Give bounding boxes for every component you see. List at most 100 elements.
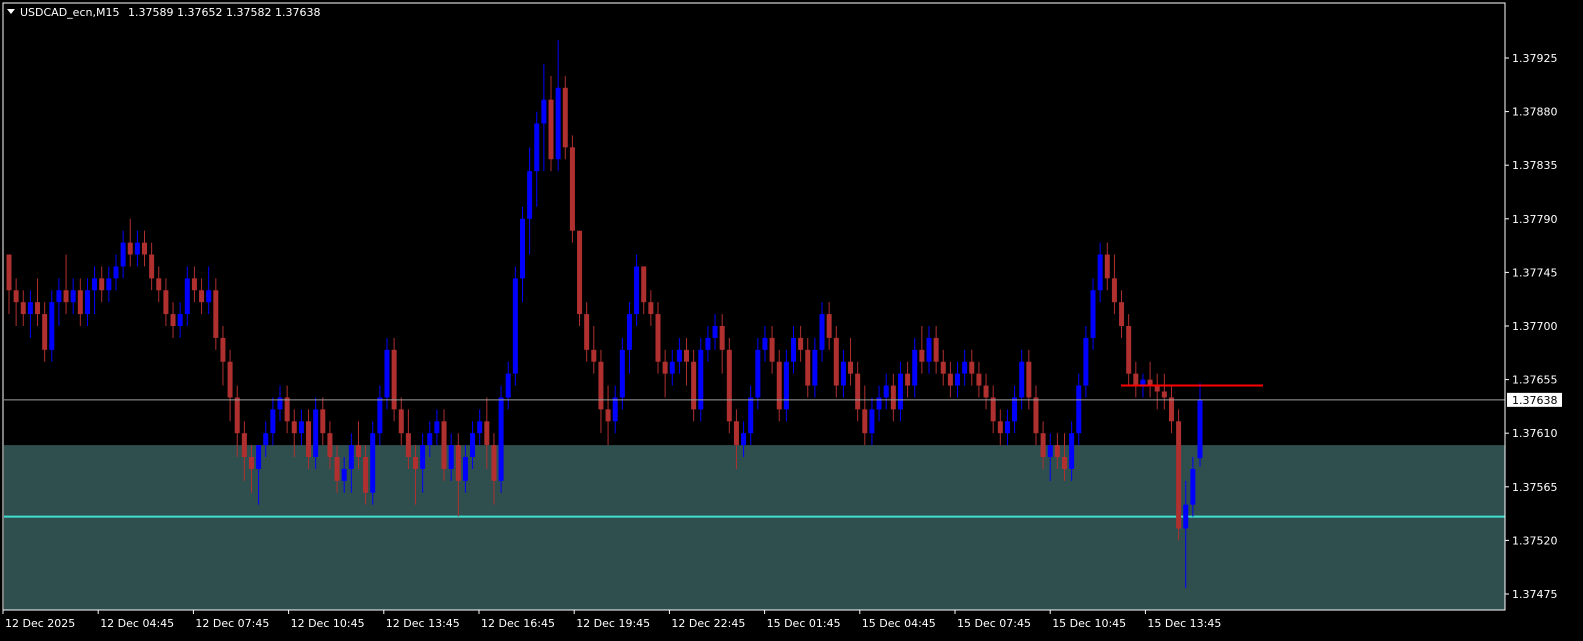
x-tick-label: 15 Dec 04:45 bbox=[862, 617, 936, 630]
candle-body bbox=[512, 278, 518, 374]
candle-body bbox=[163, 290, 169, 315]
x-tick-label: 12 Dec 10:45 bbox=[291, 617, 365, 630]
candle-body bbox=[1111, 278, 1117, 303]
candle-body bbox=[455, 445, 461, 481]
candle-body bbox=[1069, 433, 1075, 469]
candle-body bbox=[662, 361, 668, 374]
candle-body bbox=[191, 278, 197, 291]
candle-body bbox=[969, 361, 975, 374]
candle-body bbox=[220, 337, 226, 362]
candle-body bbox=[562, 87, 568, 148]
candle-body bbox=[890, 385, 896, 410]
candle-body bbox=[769, 337, 775, 362]
ohlc-values: 1.37589 1.37652 1.37582 1.37638 bbox=[128, 6, 320, 19]
x-tick-label: 12 Dec 22:45 bbox=[671, 617, 745, 630]
candle-body bbox=[320, 409, 326, 434]
candle-body bbox=[826, 314, 832, 338]
candle-body bbox=[170, 314, 176, 326]
x-tick-label: 12 Dec 2025 bbox=[5, 617, 75, 630]
candle-body bbox=[1126, 326, 1132, 374]
candle-body bbox=[256, 445, 262, 469]
candle-body bbox=[541, 99, 547, 124]
y-tick-label: 1.37700 bbox=[1512, 320, 1558, 333]
candle-body bbox=[755, 349, 761, 398]
candle-body bbox=[962, 361, 968, 374]
candle-body bbox=[591, 349, 597, 362]
candle-body bbox=[840, 361, 846, 386]
candle-body bbox=[1083, 337, 1089, 386]
candle-body bbox=[177, 314, 183, 326]
candle-body bbox=[355, 445, 361, 458]
candle-body bbox=[405, 433, 411, 458]
chart-header[interactable]: USDCAD_ecn,M15 1.37589 1.37652 1.37582 1… bbox=[7, 6, 320, 19]
candle-body bbox=[341, 468, 347, 481]
candle-body bbox=[491, 445, 497, 481]
price-chart[interactable]: 1.37925 1.37880 1.37835 1.37790 1.37745 1.377… bbox=[0, 0, 1583, 641]
candle-body bbox=[35, 302, 41, 315]
candle-body bbox=[42, 314, 48, 350]
x-tick-label: 15 Dec 01:45 bbox=[767, 617, 841, 630]
candle-body bbox=[1190, 468, 1196, 505]
current-price-label: 1.37638 bbox=[1512, 394, 1558, 407]
candle-body bbox=[113, 266, 119, 279]
candle-body bbox=[6, 254, 12, 291]
candle-body bbox=[726, 349, 732, 422]
candle-body bbox=[897, 373, 903, 410]
demand-zone bbox=[4, 445, 1505, 610]
candle-body bbox=[691, 361, 697, 410]
candle-body bbox=[684, 349, 690, 362]
candle-body bbox=[241, 433, 247, 458]
candle-body bbox=[598, 361, 604, 410]
candle-body bbox=[327, 433, 333, 458]
x-tick-label: 12 Dec 19:45 bbox=[576, 617, 650, 630]
x-tick-label: 15 Dec 13:45 bbox=[1147, 617, 1221, 630]
candle-body bbox=[370, 433, 376, 493]
y-tick-label: 1.37925 bbox=[1512, 52, 1558, 65]
candle-body bbox=[519, 218, 525, 279]
candle-body bbox=[605, 409, 611, 422]
candle-body bbox=[77, 290, 83, 315]
candle-body bbox=[1012, 397, 1018, 422]
candle-body bbox=[56, 290, 62, 303]
candle-body bbox=[263, 433, 269, 446]
candle-body bbox=[783, 361, 789, 410]
candle-body bbox=[1168, 397, 1174, 422]
candle-body bbox=[1183, 504, 1189, 529]
candle-body bbox=[284, 397, 290, 422]
candle-body bbox=[648, 302, 654, 315]
candle-body bbox=[398, 409, 404, 434]
candle-body bbox=[862, 409, 868, 434]
candle-body bbox=[1097, 254, 1103, 291]
candle-body bbox=[477, 421, 483, 434]
candle-body bbox=[199, 290, 205, 303]
candle-body bbox=[127, 242, 133, 255]
candle-body bbox=[812, 349, 818, 386]
candle-body bbox=[1054, 445, 1060, 458]
candle-body bbox=[555, 87, 561, 160]
candle-body bbox=[976, 373, 982, 386]
candle-body bbox=[149, 254, 155, 279]
candle-body bbox=[1197, 399, 1203, 459]
candle-body bbox=[27, 302, 33, 315]
candle-body bbox=[84, 290, 90, 315]
y-tick-label: 1.37880 bbox=[1512, 106, 1558, 119]
candle-body bbox=[156, 278, 162, 291]
candle-body bbox=[134, 242, 140, 255]
candle-body bbox=[427, 433, 433, 446]
candle-body bbox=[990, 397, 996, 422]
candle-body bbox=[733, 421, 739, 446]
candle-body bbox=[377, 397, 383, 434]
candle-body bbox=[833, 337, 839, 386]
candle-body bbox=[70, 290, 76, 303]
candle-body bbox=[505, 373, 511, 398]
candle-body bbox=[762, 337, 768, 350]
candle-body bbox=[947, 373, 953, 386]
candle-body bbox=[869, 409, 875, 434]
candle-body bbox=[413, 457, 419, 469]
candle-body bbox=[748, 397, 754, 434]
candle-body bbox=[49, 302, 55, 350]
candle-body bbox=[641, 266, 647, 303]
candle-body bbox=[705, 337, 711, 350]
candle-body bbox=[919, 349, 925, 362]
candle-body bbox=[997, 421, 1003, 434]
